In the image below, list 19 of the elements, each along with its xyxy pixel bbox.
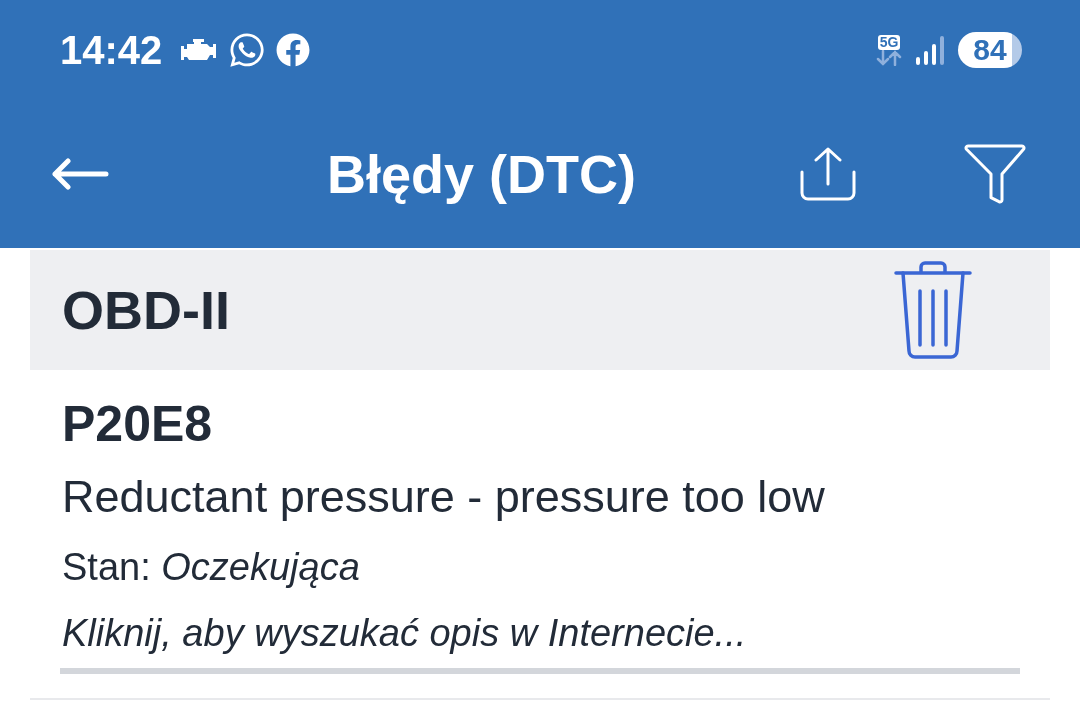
signal-icon [916,35,944,65]
search-online-link[interactable]: Kliknij, aby wyszukać opis w Internecie... [62,605,747,661]
filter-button[interactable] [963,142,1027,206]
network-type-label: 5G [877,34,901,50]
clock-time: 14:42 [60,30,163,70]
error-description: Reductant pressure - pressure too low [62,470,826,524]
trash-icon [894,261,972,359]
back-arrow-icon [51,158,109,190]
data-arrows-icon [876,49,902,66]
error-code: P20E8 [62,395,214,453]
delete-button[interactable] [894,261,972,359]
funnel-icon [964,144,1026,204]
section-title: OBD-II [62,283,230,337]
share-icon [800,147,856,201]
circle-f-icon [276,33,311,67]
engine-icon [180,39,219,61]
battery-level: 84 [958,32,1022,68]
error-status: Stan: Oczekująca [62,545,361,590]
chat-phone-icon [228,31,267,69]
